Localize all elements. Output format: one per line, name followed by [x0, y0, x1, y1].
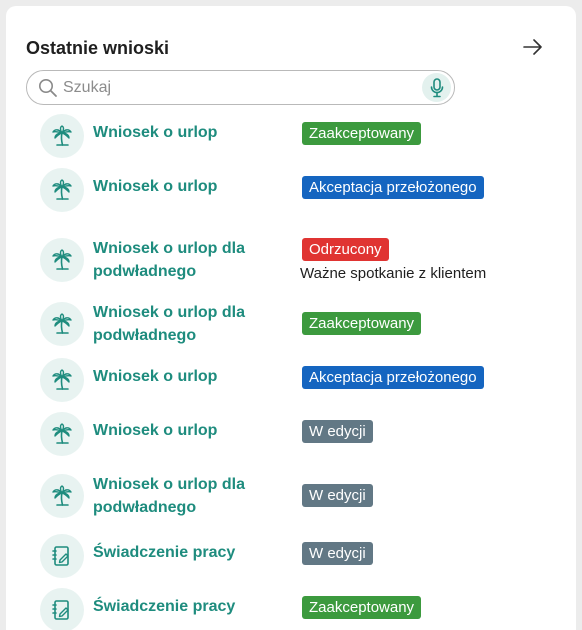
palm-tree-icon: [40, 168, 84, 212]
search-icon: [38, 78, 58, 98]
status-badge: W edycji: [302, 484, 373, 507]
status-badge: W edycji: [302, 420, 373, 443]
palm-tree-icon: [40, 114, 84, 158]
request-title[interactable]: Wniosek o urlop: [93, 175, 283, 198]
request-title[interactable]: Wniosek o urlop: [93, 419, 283, 442]
palm-tree-icon: [40, 412, 84, 456]
status-badge: Zaakceptowany: [302, 122, 422, 145]
palm-tree-icon: [40, 238, 84, 282]
status-badge: Akceptacja przełożonego: [302, 366, 484, 389]
request-title[interactable]: Wniosek o urlop: [93, 365, 283, 388]
notebook-pen-icon: [40, 588, 84, 630]
palm-tree-icon: [40, 302, 84, 346]
request-title[interactable]: Świadczenie pracy: [93, 595, 283, 618]
status-badge: Akceptacja przełożonego: [302, 176, 484, 199]
palm-tree-icon: [40, 474, 84, 518]
request-title[interactable]: Wniosek o urlop: [93, 121, 283, 144]
status-badge: Odrzucony: [302, 238, 389, 261]
request-title[interactable]: Wniosek o urlop dla podwładnego: [93, 301, 283, 347]
arrow-right-icon[interactable]: [520, 34, 546, 60]
request-note: Ważne spotkanie z klientem: [300, 265, 487, 282]
status-badge: Zaakceptowany: [302, 312, 422, 335]
request-title[interactable]: Świadczenie pracy: [93, 541, 283, 564]
status-badge: Zaakceptowany: [302, 596, 422, 619]
request-title[interactable]: Wniosek o urlop dla podwładnego: [93, 473, 283, 519]
request-title[interactable]: Wniosek o urlop dla podwładnego: [93, 237, 283, 283]
recent-requests-card: Ostatnie wnioski Szukaj Wniosek o urlop …: [6, 6, 576, 630]
search-box[interactable]: [26, 70, 455, 105]
card-title: Ostatnie wnioski: [26, 38, 170, 58]
notebook-pen-icon: [40, 534, 84, 578]
search-input[interactable]: [63, 76, 403, 100]
palm-tree-icon: [40, 358, 84, 402]
status-badge: W edycji: [302, 542, 373, 565]
card-header: Ostatnie wnioski: [26, 36, 546, 62]
microphone-icon[interactable]: [422, 73, 451, 102]
